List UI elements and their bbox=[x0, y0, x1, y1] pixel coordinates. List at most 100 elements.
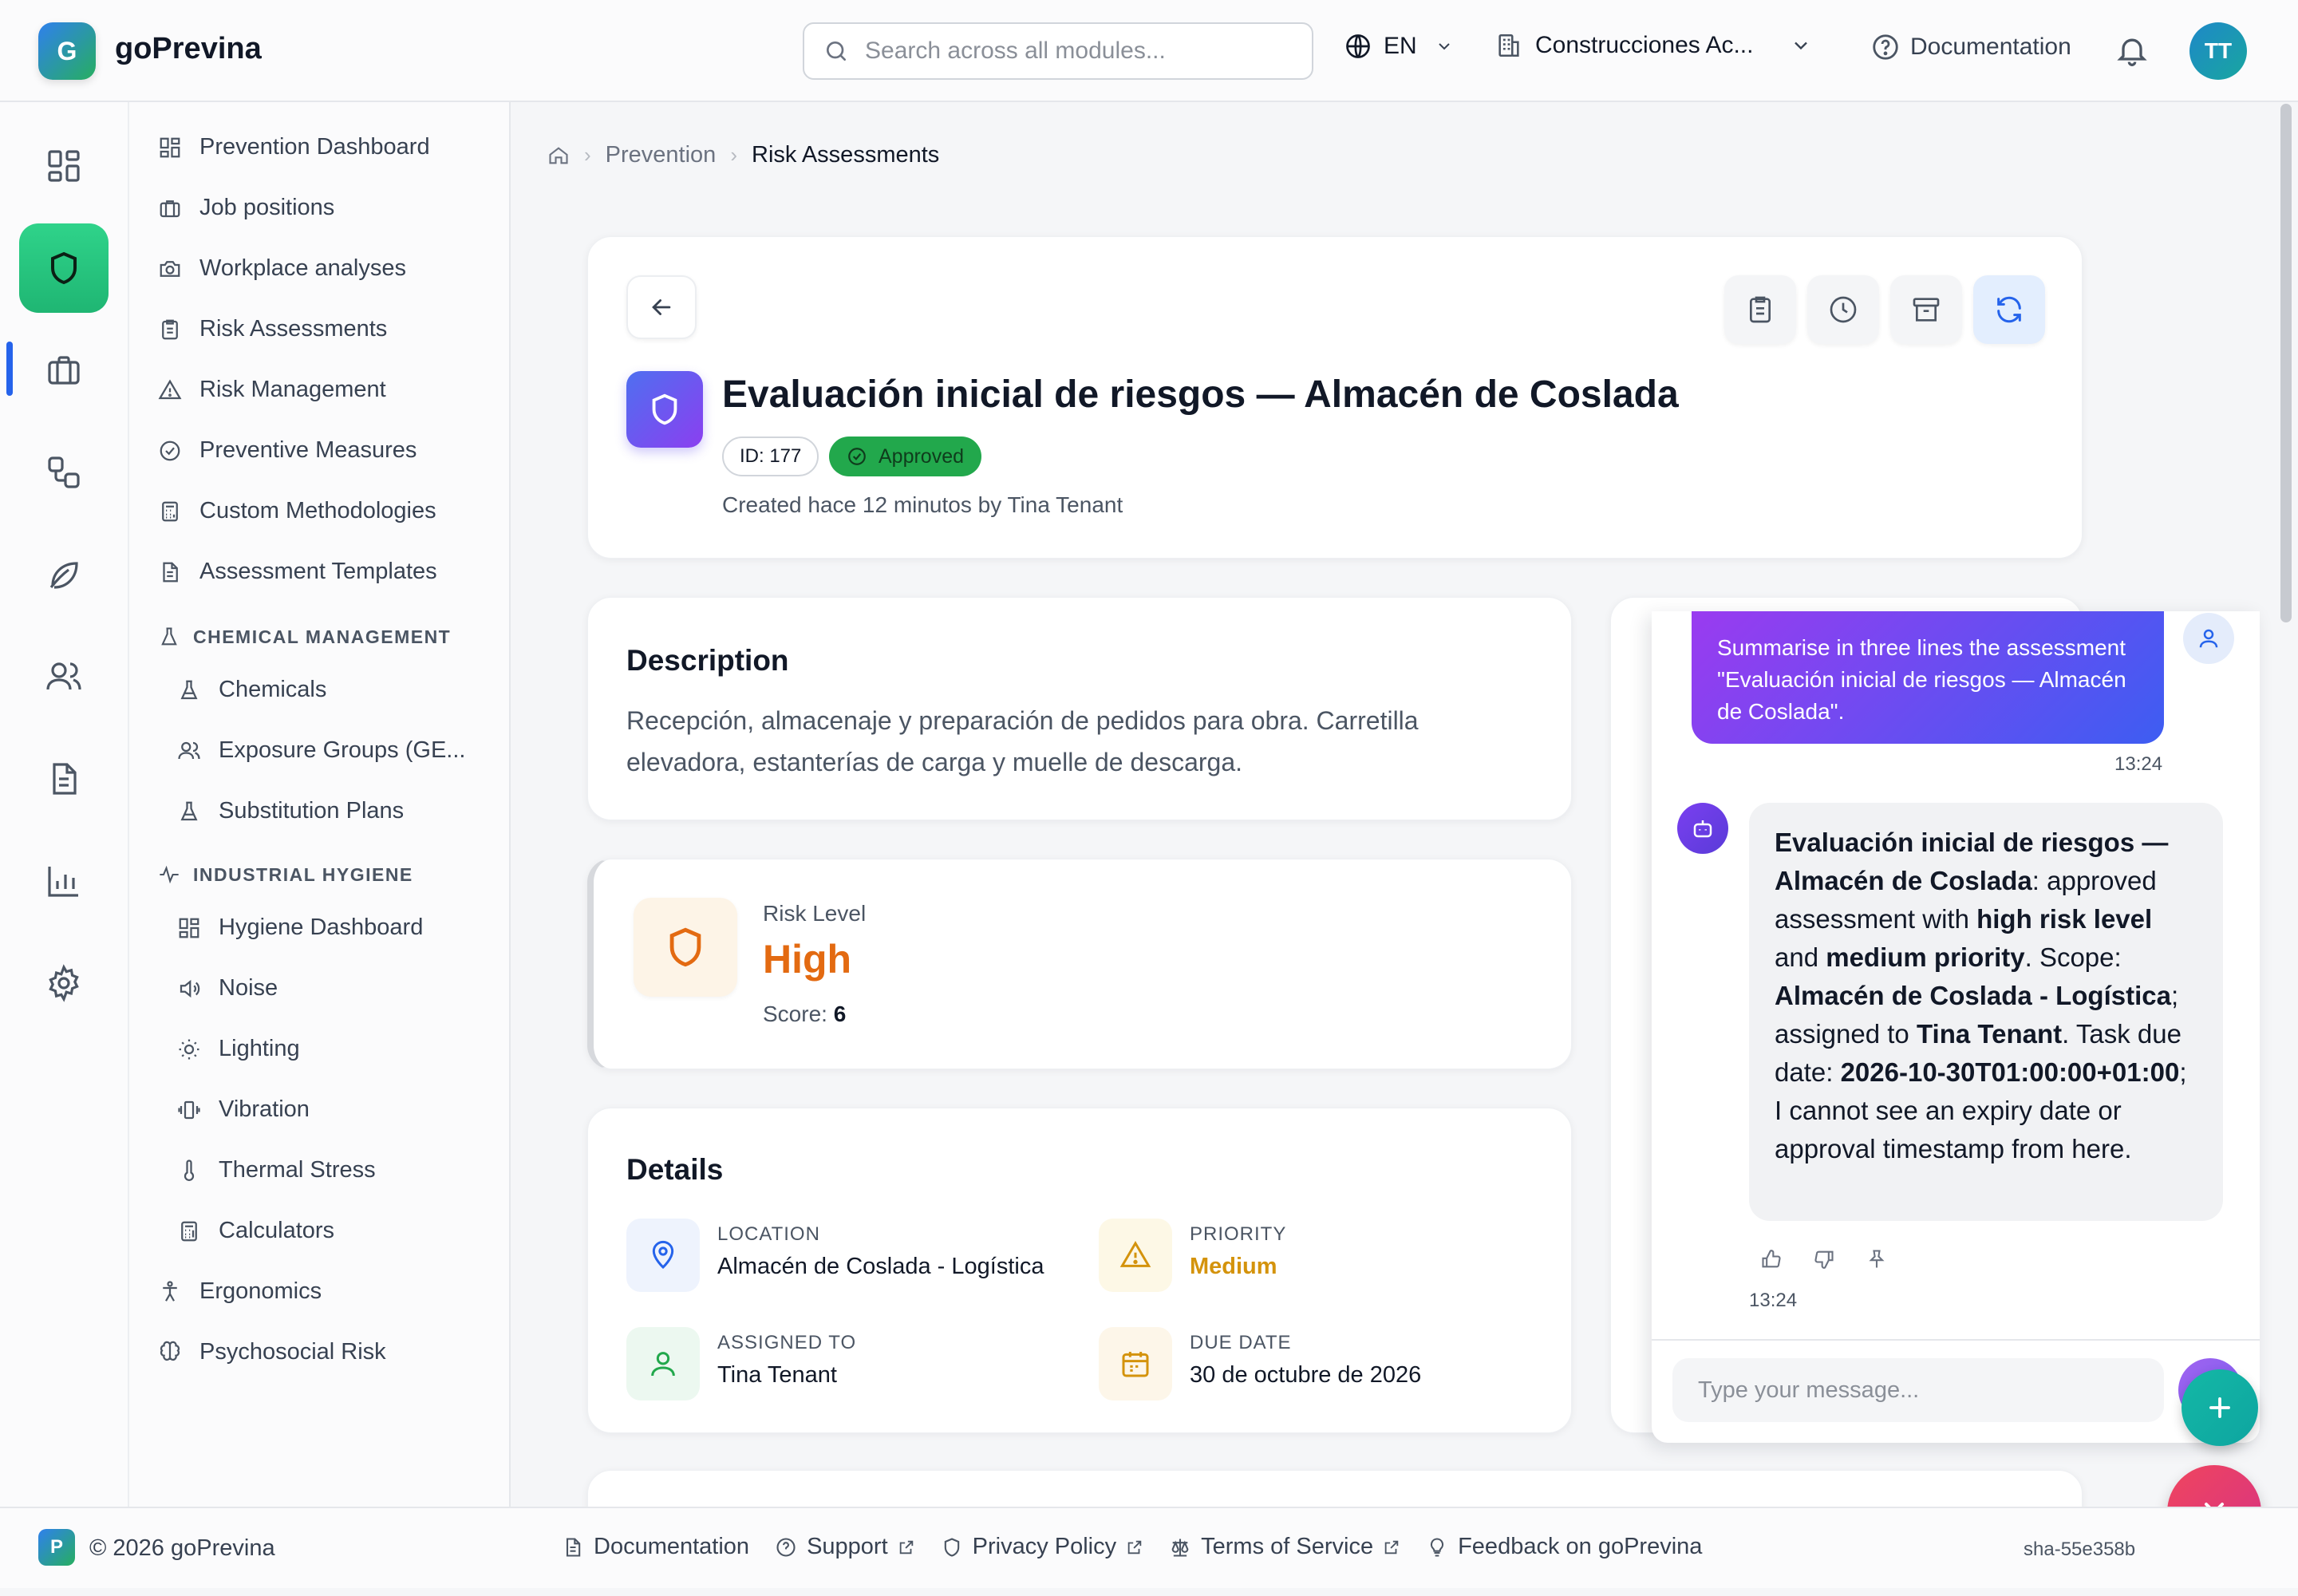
sidebar-item-workplace-analyses[interactable]: Workplace analyses bbox=[158, 255, 406, 282]
back-button[interactable] bbox=[626, 275, 697, 339]
sidebar-item-custom-methodologies[interactable]: Custom Methodologies bbox=[158, 498, 436, 524]
footer-links: Documentation Support Privacy Policy Ter… bbox=[562, 1534, 1702, 1560]
flask-icon bbox=[161, 627, 177, 646]
assessment-shield-icon bbox=[626, 371, 703, 448]
due-date-icon-box bbox=[1099, 1327, 1172, 1400]
map-pin-icon bbox=[652, 1240, 674, 1270]
rail-dashboard[interactable] bbox=[19, 121, 109, 211]
vibration-icon bbox=[178, 1100, 200, 1119]
sidebar-item-preventive-measures[interactable]: Preventive Measures bbox=[158, 437, 417, 464]
user-message: Summarise in three lines the assessment … bbox=[1692, 611, 2164, 744]
sidebar-item-hygiene-dashboard[interactable]: Hygiene Dashboard bbox=[177, 915, 423, 941]
page-scrollbar[interactable] bbox=[2280, 104, 2292, 622]
priority-value: Medium bbox=[1190, 1254, 1277, 1279]
sidebar-item-ergonomics[interactable]: Ergonomics bbox=[158, 1278, 322, 1305]
clipboard-icon bbox=[1750, 296, 1771, 323]
sidebar-item-lighting[interactable]: Lighting bbox=[177, 1036, 300, 1062]
sidebar-item-noise[interactable]: Noise bbox=[177, 975, 278, 1001]
sidebar-item-risk-management[interactable]: Risk Management bbox=[158, 377, 386, 403]
section-label: CHEMICAL MANAGEMENT bbox=[193, 626, 452, 647]
sidebar-item-psychosocial-risk[interactable]: Psychosocial Risk bbox=[158, 1339, 386, 1365]
section-chemical-management[interactable]: CHEMICAL MANAGEMENT bbox=[158, 626, 451, 648]
language-selector[interactable]: EN bbox=[1344, 32, 1454, 61]
organization-selector[interactable]: Construcciones Ac... bbox=[1495, 32, 1812, 59]
rail-settings[interactable] bbox=[19, 938, 109, 1028]
person-icon bbox=[163, 1280, 177, 1302]
due-date-value: 30 de octubre de 2026 bbox=[1190, 1362, 1422, 1388]
gear-icon bbox=[49, 964, 79, 1002]
sidebar-item-label: Job positions bbox=[199, 195, 335, 220]
chevron-down-icon bbox=[1438, 43, 1450, 50]
calendar-icon bbox=[1122, 1352, 1149, 1377]
chevron-down-icon bbox=[1795, 41, 1808, 50]
sidebar-item-label: Assessment Templates bbox=[199, 559, 437, 584]
footer-documentation-link[interactable]: Documentation bbox=[562, 1534, 749, 1560]
refresh-button[interactable] bbox=[1973, 275, 2045, 344]
sidebar-item-label: Noise bbox=[219, 975, 278, 1001]
clipboard-button[interactable] bbox=[1724, 275, 1796, 344]
assigned-label: ASSIGNED TO bbox=[717, 1332, 857, 1353]
chat-message-input[interactable] bbox=[1672, 1358, 2164, 1422]
priority-label: PRIORITY bbox=[1190, 1223, 1287, 1245]
thumbs-down-icon[interactable] bbox=[1813, 1248, 1835, 1270]
sidebar-item-vibration[interactable]: Vibration bbox=[177, 1096, 310, 1123]
archive-button[interactable] bbox=[1890, 275, 1962, 344]
footer-feedback-link[interactable]: Feedback on goPrevina bbox=[1426, 1534, 1702, 1560]
sidebar-item-calculators[interactable]: Calculators bbox=[177, 1218, 334, 1244]
rail-positions[interactable] bbox=[19, 326, 109, 415]
chat-divider bbox=[1652, 1339, 2260, 1341]
pin-icon[interactable] bbox=[1866, 1248, 1888, 1270]
warning-icon bbox=[1119, 1241, 1151, 1267]
calculator-icon bbox=[162, 501, 178, 521]
rail-people[interactable] bbox=[19, 632, 109, 721]
sidebar-item-label: Calculators bbox=[219, 1218, 335, 1243]
sidebar-item-substitution-plans[interactable]: Substitution Plans bbox=[177, 798, 404, 824]
new-chat-button[interactable] bbox=[2182, 1369, 2258, 1446]
rail-environment[interactable] bbox=[19, 530, 109, 619]
history-button[interactable] bbox=[1807, 275, 1879, 344]
detail-location: LOCATION Almacén de Coslada - Logística bbox=[626, 1219, 1044, 1292]
home-icon[interactable] bbox=[547, 144, 570, 167]
sidebar-item-thermal-stress[interactable]: Thermal Stress bbox=[177, 1157, 376, 1183]
score-label: Score: bbox=[763, 1001, 827, 1026]
sidebar-item-prevention-dashboard[interactable]: Prevention Dashboard bbox=[158, 134, 430, 160]
user-message-time: 13:24 bbox=[2114, 753, 2163, 775]
check-circle-icon bbox=[848, 448, 866, 465]
footer-terms-link[interactable]: Terms of Service bbox=[1169, 1534, 1400, 1560]
bot-bold: Tina Tenant bbox=[1916, 1019, 2063, 1049]
rail-reports[interactable] bbox=[19, 836, 109, 926]
app-logo[interactable]: G bbox=[38, 22, 96, 80]
bell-icon[interactable] bbox=[2114, 32, 2150, 69]
documentation-link[interactable]: Documentation bbox=[1870, 32, 2071, 62]
breadcrumb-prevention[interactable]: Prevention bbox=[606, 142, 717, 168]
sidebar-item-label: Vibration bbox=[219, 1096, 310, 1122]
risk-level-value: High bbox=[763, 937, 852, 982]
sidebar-item-job-positions[interactable]: Job positions bbox=[158, 195, 334, 221]
workflow-icon bbox=[48, 456, 80, 488]
section-industrial-hygiene[interactable]: INDUSTRIAL HYGIENE bbox=[158, 863, 413, 886]
sidebar-item-chemicals[interactable]: Chemicals bbox=[177, 677, 326, 703]
sidebar-item-exposure-groups[interactable]: Exposure Groups (GE... bbox=[177, 737, 465, 764]
app-name[interactable]: goPrevina bbox=[115, 32, 262, 66]
bot-text: . Scope: bbox=[2024, 942, 2122, 972]
description-heading: Description bbox=[626, 644, 789, 677]
check-circle-icon bbox=[160, 440, 180, 460]
section-label: INDUSTRIAL HYGIENE bbox=[193, 863, 413, 885]
search-box[interactable] bbox=[803, 22, 1313, 80]
footer-link-label: Feedback on goPrevina bbox=[1458, 1534, 1703, 1559]
sidebar-item-assessment-templates[interactable]: Assessment Templates bbox=[158, 559, 437, 585]
rail-prevention[interactable] bbox=[19, 223, 109, 313]
search-input[interactable] bbox=[865, 38, 1296, 65]
message-feedback bbox=[1760, 1248, 1888, 1270]
brain-icon bbox=[160, 1341, 180, 1361]
sidebar-item-risk-assessments[interactable]: Risk Assessments bbox=[158, 316, 387, 342]
user-avatar[interactable]: TT bbox=[2189, 22, 2247, 80]
archive-icon bbox=[1913, 298, 1940, 322]
footer-logo: P bbox=[38, 1529, 75, 1566]
footer-support-link[interactable]: Support bbox=[775, 1534, 915, 1560]
thumbs-up-icon[interactable] bbox=[1760, 1248, 1783, 1270]
rail-documents[interactable] bbox=[19, 734, 109, 824]
external-link-icon bbox=[1384, 1540, 1399, 1554]
rail-workflows[interactable] bbox=[19, 428, 109, 517]
footer-privacy-link[interactable]: Privacy Policy bbox=[941, 1534, 1144, 1560]
